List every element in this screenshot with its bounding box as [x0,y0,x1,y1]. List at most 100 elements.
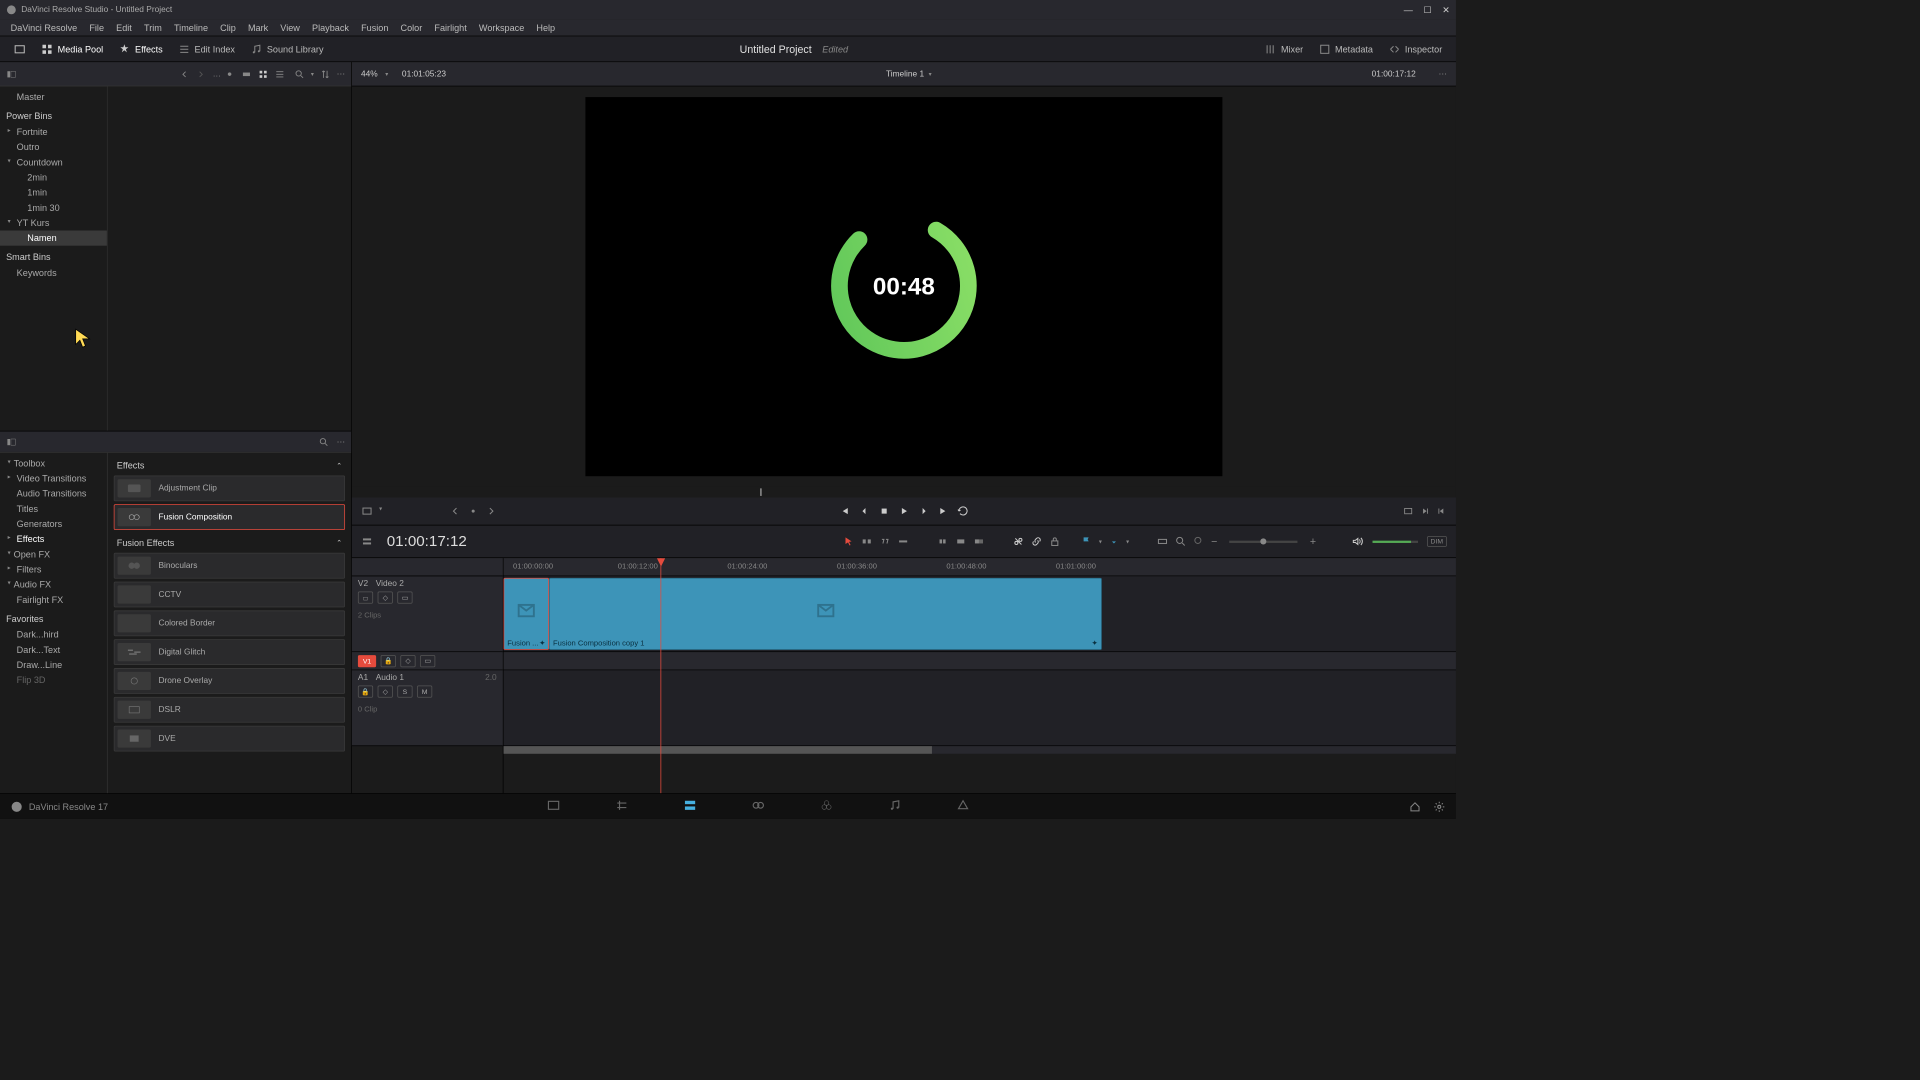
overwrite-icon[interactable] [955,535,967,547]
flag-icon[interactable] [1081,535,1093,547]
blade-tool-icon[interactable] [897,535,909,547]
menu-clip[interactable]: Clip [214,22,242,33]
view-strip-icon[interactable] [241,69,252,80]
mute-button[interactable]: M [417,686,432,698]
media-view[interactable] [108,86,351,430]
collapse-icon[interactable]: ⌃ [336,539,342,547]
zoom-out-button[interactable]: − [1211,535,1217,547]
lock-track-button[interactable]: 🔒 [358,686,373,698]
menu-help[interactable]: Help [530,22,561,33]
match-frame-icon[interactable] [361,505,373,517]
track-v2[interactable]: Fusion ...✦ Fusion Composition copy 1✦ [504,576,1456,652]
settings-icon[interactable] [1433,800,1445,812]
bin-fortnite[interactable]: Fortnite [0,124,107,139]
fusion-page-icon[interactable] [751,798,766,814]
solo-button[interactable]: S [397,686,412,698]
next-edit-icon[interactable] [485,505,497,517]
link-icon[interactable] [1031,535,1043,547]
fx-openfx[interactable]: Open FX [0,547,107,562]
lock-icon[interactable] [1049,535,1061,547]
razor-icon[interactable] [1012,535,1024,547]
search-icon[interactable] [294,69,305,80]
bin-keywords[interactable]: Keywords [0,265,107,280]
tl-view-icon[interactable] [361,535,373,547]
volume-slider[interactable] [1372,540,1417,542]
fx-fusion-composition[interactable]: Fusion Composition [114,504,345,530]
media-pool-toggle[interactable]: Media Pool [35,40,109,58]
cut-page-icon[interactable] [614,798,629,814]
bin-countdown[interactable]: Countdown [0,155,107,170]
home-icon[interactable] [1409,800,1421,812]
replace-icon[interactable] [973,535,985,547]
fairlight-page-icon[interactable] [887,798,902,814]
playhead[interactable] [661,558,662,793]
zoom-custom-icon[interactable] [1193,535,1205,547]
effects-toggle[interactable]: Effects [112,40,168,58]
lock-track-button[interactable]: 🔒 [381,655,396,667]
fx-generators[interactable]: Generators [0,516,107,531]
search-icon[interactable] [318,436,329,447]
view-list-icon[interactable] [274,69,285,80]
fx-effects[interactable]: Effects [0,532,107,547]
track-a1[interactable] [504,670,1456,746]
timeline-scrollbar[interactable] [504,746,933,754]
volume-icon[interactable] [1351,535,1363,547]
fx-adjustment-clip[interactable]: Adjustment Clip [114,475,345,501]
step-fwd-icon[interactable] [918,505,930,517]
auto-select-button[interactable]: ◇ [400,655,415,667]
fx-video-transitions[interactable]: Video Transitions [0,471,107,486]
go-start-icon[interactable] [839,505,851,517]
close-button[interactable]: ✕ [1442,5,1450,16]
timeline-ruler[interactable]: 01:00:00:00 01:00:12:00 01:00:24:00 01:0… [504,558,1456,576]
loop-icon[interactable] [957,505,969,517]
bin-outro[interactable]: Outro [0,140,107,155]
track-v1-dest[interactable]: V1 [358,655,376,667]
menu-edit[interactable]: Edit [110,22,138,33]
bin-1min[interactable]: 1min [0,185,107,200]
marker-color-icon[interactable] [1108,535,1120,547]
fx-titles[interactable]: Titles [0,501,107,516]
menu-mark[interactable]: Mark [242,22,274,33]
inspector-toggle[interactable]: Inspector [1382,40,1448,58]
zoom-fit-icon[interactable] [1157,535,1169,547]
menu-davinci[interactable]: DaVinci Resolve [5,22,84,33]
prev-edit-icon[interactable] [449,505,461,517]
minimize-button[interactable]: — [1404,5,1413,16]
menu-playback[interactable]: Playback [306,22,355,33]
trim-tool-icon[interactable] [861,535,873,547]
fx-dslr[interactable]: DSLR [114,697,345,723]
zoom-slider[interactable] [1229,540,1297,542]
arrow-tool-icon[interactable] [843,535,855,547]
marker-icon[interactable] [467,505,479,517]
clip-fusion-1[interactable]: Fusion ...✦ [504,578,550,650]
fx-colored-border[interactable]: Colored Border [114,610,345,636]
metadata-toggle[interactable]: Metadata [1312,40,1379,58]
bin-master[interactable]: Master [0,89,107,104]
clip-fusion-2[interactable]: Fusion Composition copy 1✦ [549,578,1101,650]
track-header-v2[interactable]: V2Video 2 ◇ ▭ 2 Clips [352,576,503,652]
fx-dve[interactable]: DVE [114,726,345,752]
back-icon[interactable] [179,69,190,80]
disable-track-button[interactable]: ▭ [420,655,435,667]
fx-drone-overlay[interactable]: Drone Overlay [114,668,345,694]
fav-4[interactable]: Flip 3D [0,673,107,688]
fav-1[interactable]: Dark...hird [0,627,107,642]
track-v1[interactable] [504,652,1456,670]
layout-button[interactable] [8,40,32,58]
sidebar-icon[interactable] [6,436,17,447]
disable-track-button[interactable]: ▭ [397,591,412,603]
menu-timeline[interactable]: Timeline [168,22,214,33]
go-end-icon[interactable] [937,505,949,517]
collapse-icon[interactable]: ⌃ [336,461,342,469]
menu-workspace[interactable]: Workspace [473,22,530,33]
zoom-detail-icon[interactable] [1175,535,1187,547]
sidebar-icon[interactable] [6,69,17,80]
menu-color[interactable]: Color [394,22,428,33]
bin-2min[interactable]: 2min [0,170,107,185]
timeline-name[interactable]: Timeline 1 [886,69,924,78]
edit-index-toggle[interactable]: Edit Index [172,40,241,58]
bin-ytkurs[interactable]: YT Kurs [0,215,107,230]
fx-audio-transitions[interactable]: Audio Transitions [0,486,107,501]
fx-binoculars[interactable]: Binoculars [114,553,345,579]
forward-icon[interactable] [196,69,207,80]
